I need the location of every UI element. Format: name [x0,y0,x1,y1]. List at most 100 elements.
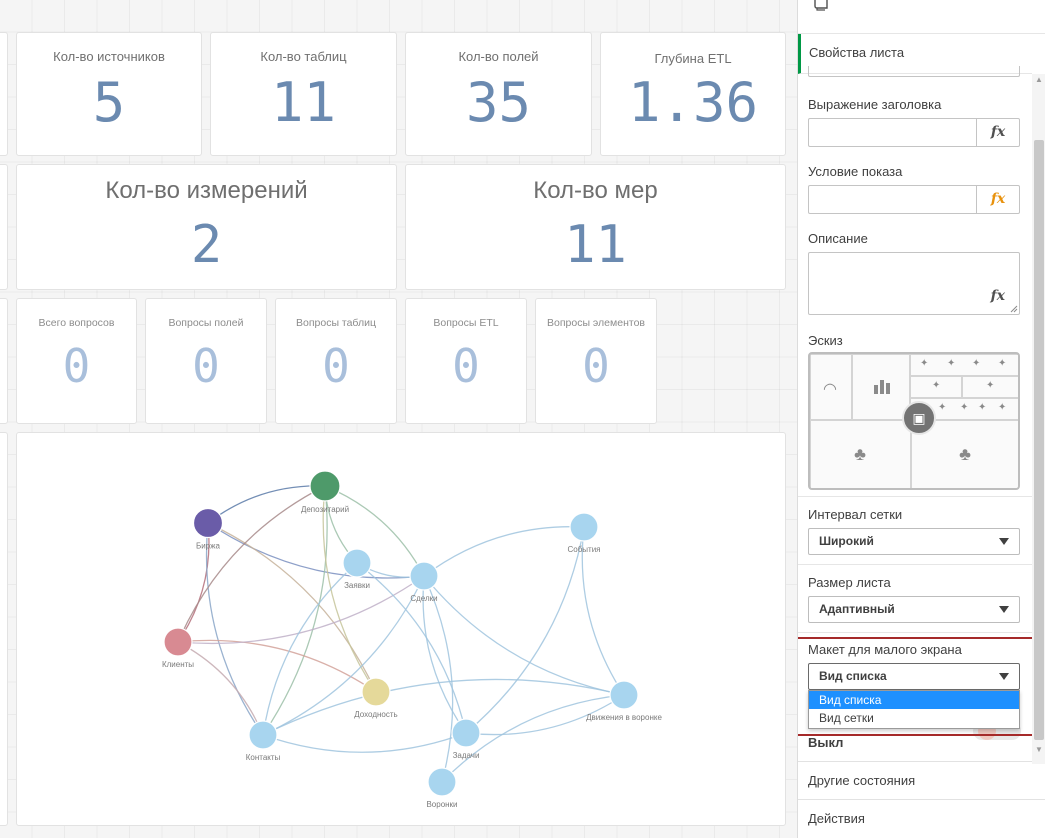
network-edge [177,641,264,736]
grid-spacing-select[interactable]: Широкий [808,528,1020,555]
wand-icon: ✦ [932,380,941,391]
kpi-tables[interactable]: Кол-во таблиц 11 [210,32,397,156]
network-node-label: Движения в воронке [586,713,662,722]
kpi-value: 35 [465,71,532,134]
network-node-label: Депозитарий [301,505,349,514]
network-node-label: Биржа [196,542,221,551]
kpi-value: 0 [452,339,480,393]
kpi-fields[interactable]: Кол-во полей 35 [405,32,592,156]
kpi-value: 0 [582,339,610,393]
kpi-title: Глубина ETL [654,51,732,66]
thumbnail-preview[interactable]: ◠ ✦ ✦ ✦ ✦ ✦ ✦ ✦ ✦ ✦ ✦ ♣ ♣ ▣ [808,352,1020,490]
title-expression-input[interactable] [808,118,978,147]
divider [798,632,1032,633]
kpi-dimensions[interactable]: Кол-во измерений 2 [16,164,397,290]
wand-icon: ✦ [920,358,929,369]
description-textarea[interactable]: fx [808,252,1020,315]
network-chart[interactable]: Депозитарий Биржа Клиенты Доходность Заявки С… [16,432,786,826]
network-edge [262,678,625,736]
network-graph: Депозитарий Биржа Клиенты Доходность Заявки С… [162,470,662,809]
sheet-size-value: Адаптивный [819,602,895,616]
network-node[interactable] [427,767,457,797]
accordion-other-states[interactable]: Другие состояния [798,761,1045,799]
network-node[interactable] [569,512,599,542]
thumbnail-label: Эскиз [808,333,843,348]
kpi-measures[interactable]: Кол-во мер 11 [405,164,786,290]
network-node-label: Клиенты [162,660,194,669]
kpi-title: Вопросы элементов [547,317,645,329]
network-node-label: Сделки [410,594,437,603]
network-node[interactable] [409,561,439,591]
network-edge [177,639,377,693]
kpi-sources[interactable]: Кол-во источников 5 [16,32,202,156]
toggle-off-label: Выкл [808,735,844,750]
network-node-label: Воронки [426,800,457,809]
kpi-title: Кол-во мер [533,177,658,204]
kpi-value: 0 [62,339,91,393]
kpi-title: Кол-во полей [458,49,539,64]
kpi-title: Всего вопросов [38,317,115,329]
scroll-down-icon[interactable]: ▼ [1035,746,1043,754]
network-node[interactable] [609,680,639,710]
description-fx-button[interactable]: fx [991,288,1005,304]
gauge-icon: ◠ [823,381,837,398]
edge-card [0,164,8,290]
accordion-actions[interactable]: Действия [798,799,1045,837]
edge-card [0,298,8,424]
network-node[interactable] [342,548,372,578]
wand-icon: ✦ [986,380,995,391]
document-icon[interactable] [812,0,830,12]
properties-panel: Свойства листа Выражение заголовка fx Ус… [797,0,1045,838]
kpi-questions-elements[interactable]: Вопросы элементов 0 [535,298,657,424]
sheet-size-select[interactable]: Адаптивный [808,596,1020,623]
kpi-title: Вопросы полей [168,317,244,329]
network-node[interactable] [248,720,278,750]
wand-icon: ✦ [998,402,1007,413]
chevron-down-icon [999,538,1009,545]
network-node[interactable] [309,470,341,502]
network-edge [205,522,264,736]
kpi-value: 0 [322,339,350,393]
network-edge [262,485,328,736]
resize-grip-icon[interactable] [1010,305,1018,313]
image-icon[interactable]: ▣ [902,401,936,435]
network-node-label: Заявки [344,581,370,590]
kpi-questions-etl[interactable]: Вопросы ETL 0 [405,298,527,424]
wand-icon: ✦ [938,402,947,413]
kpi-value: 5 [92,71,126,134]
title-expression-label: Выражение заголовка [808,97,942,112]
grid-spacing-value: Широкий [819,534,874,548]
kpi-title: Кол-во измерений [105,177,308,204]
kpi-title: Кол-во источников [53,49,165,64]
hidden-input-edge [808,66,1020,77]
scrollbar-thumb[interactable] [1034,140,1044,740]
kpi-questions-fields[interactable]: Вопросы полей 0 [145,298,267,424]
network-node[interactable] [163,627,193,657]
scroll-up-icon[interactable]: ▲ [1035,76,1043,84]
show-condition-input[interactable] [808,185,978,214]
kpi-value: 11 [270,71,337,134]
kpi-questions-tables[interactable]: Вопросы таблиц 0 [275,298,397,424]
edge-card [0,32,8,156]
sheet-canvas: Кол-во источников 5 Кол-во таблиц 11 Кол… [0,0,797,838]
network-edge [465,526,585,734]
network-node-label: Контакты [246,753,281,762]
network-node[interactable] [361,677,391,707]
show-condition-fx-button[interactable]: fx [976,185,1020,214]
grid-spacing-label: Интервал сетки [808,507,903,522]
kpi-value: 2 [190,215,223,275]
kpi-value: 11 [564,215,627,275]
highlight-frame [798,637,1034,736]
chevron-down-icon [999,606,1009,613]
show-condition-label: Условие показа [808,164,903,179]
network-edge [207,522,377,693]
kpi-value: 0 [192,339,220,393]
kpi-etl-depth[interactable]: Глубина ETL 1.36 [600,32,786,156]
network-edge [262,732,467,753]
kpi-questions-total[interactable]: Всего вопросов 0 [16,298,137,424]
title-expression-fx-button[interactable]: fx [976,118,1020,147]
network-node[interactable] [192,507,224,539]
wand-icon: ✦ [972,358,981,369]
network-node[interactable] [451,718,481,748]
network-node-label: События [567,545,600,554]
